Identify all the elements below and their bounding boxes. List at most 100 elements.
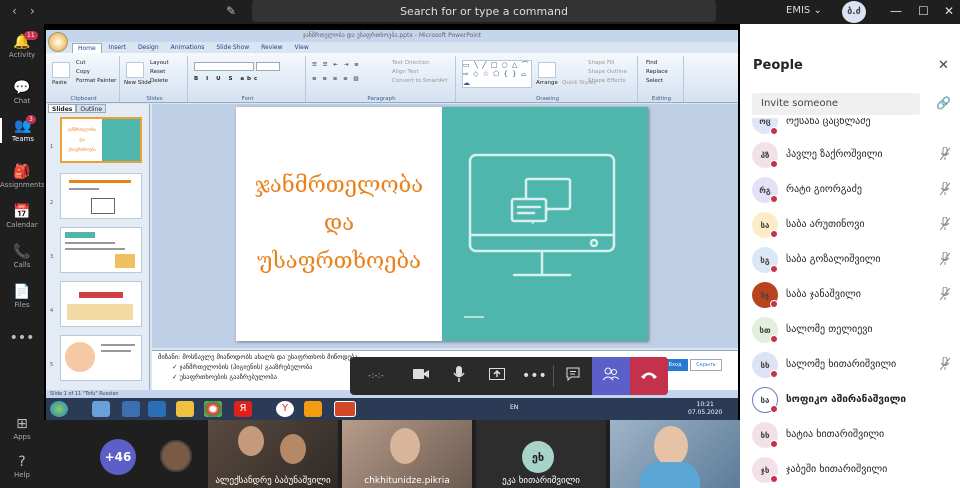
participant-name: პავლე ზაქროშვილი [786, 149, 883, 160]
participants-svg [602, 367, 620, 381]
slide-thumbnail-1: ჯანმრთელობა და უსაფრთხოება [60, 117, 142, 163]
status-dot [770, 300, 778, 308]
rail-item-calls[interactable]: 📞 Calls [0, 244, 44, 269]
avatar[interactable]: ბ.ძ [842, 1, 866, 23]
participant-row[interactable]: სა საბა არუთინოვი [750, 209, 960, 243]
rail-item-chat[interactable]: 💬 Chat [0, 80, 44, 105]
video-name: chkhitunidze.pikria [364, 476, 450, 486]
rail-item-files[interactable]: 📄 Files [0, 284, 44, 309]
layout-label: Layout [150, 60, 169, 66]
participant-row[interactable]: სგ საბა გოზალიშვილი [750, 244, 960, 278]
mic-button[interactable] [440, 357, 478, 395]
mic-icon [453, 366, 465, 386]
thumb-number: 3 [50, 254, 54, 260]
rail-item-help[interactable]: ? Help [0, 454, 44, 479]
maximize-button[interactable]: ☐ [918, 4, 929, 18]
app-rail: 🔔 11 Activity 💬 Chat 👥 3 Teams 🎒 Assignments 📅… [0, 24, 45, 488]
rail-item-apps[interactable]: ⊞ Apps [0, 416, 44, 441]
participant-name: რატი გიორგაძე [786, 184, 862, 195]
assignments-icon: 🎒 [13, 164, 31, 180]
camera-svg [412, 369, 429, 379]
shape-effects-label: Shape Effects [588, 78, 626, 84]
avatar[interactable] [160, 440, 192, 472]
chat-button[interactable] [554, 357, 592, 395]
rail-label: Help [14, 471, 30, 479]
thumb-number: 5 [50, 362, 54, 368]
participant-name: ოქსანა ცაცხლაძე [786, 118, 871, 127]
editing-group: Find Replace Select Editing [640, 56, 684, 102]
reset-label: Reset [150, 69, 166, 75]
close-window-button[interactable]: ✕ [944, 4, 954, 18]
hide-button: Скрыть [690, 359, 722, 371]
camera-button[interactable] [402, 357, 440, 395]
slide-title-area: ჯანმრთელობა და უსაფრთხოება [236, 107, 442, 341]
compose-icon[interactable]: ✎ [226, 4, 236, 18]
powerpoint-icon [334, 401, 356, 417]
slide-thumbnail-2 [60, 173, 142, 219]
ie-icon [148, 401, 166, 417]
participant-row[interactable]: სხ სალომე ხითარიშვილი [750, 349, 960, 383]
folder-icon [176, 401, 194, 417]
windows-taskbar: Я Y EN 10:21 07.05.2020 [46, 398, 738, 420]
participant-row[interactable]: რგ რატი გიორგაძე [750, 174, 960, 208]
drawing-group: ▭ ╲ ╱ □ ○ △ ⌒ ⇨ ◇ ☆ ⬠ { } ⌓ ☁ Arrange Qu… [458, 56, 638, 102]
close-icon[interactable]: ✕ [938, 58, 949, 73]
chat-svg [566, 367, 580, 382]
paragraph-group: ☰ ☰ ⇤ ⇥ ≡ ≡ ≡ ≡ ≡ ▥ Text Direction Align… [308, 56, 456, 102]
rail-item-assignments[interactable]: 🎒 Assignments [0, 164, 45, 189]
participants-button[interactable] [592, 357, 631, 395]
start-icon [50, 401, 68, 417]
status-dot [770, 195, 778, 203]
video-tile-1[interactable]: ალექსანდრე ბაბუნაშვილი [208, 420, 338, 488]
more-actions-button[interactable]: ••• [515, 357, 553, 395]
hangup-svg [641, 372, 658, 379]
note-line-2: ✓ ჯანმრთელობის (ჰიგიენის) გააზრებულობა [172, 363, 313, 371]
participant-face [238, 426, 264, 456]
video-tile-4[interactable] [610, 420, 740, 488]
participant-row[interactable]: ხხ ხატია ხითარიშვილი [750, 419, 960, 453]
participant-row[interactable]: ოც ოქსანა ცაცხლაძე [750, 118, 960, 136]
back-arrow-icon[interactable]: ‹ [12, 4, 17, 18]
minimize-button[interactable]: — [890, 4, 902, 18]
rail-item-more[interactable]: ••• [0, 330, 44, 347]
share-button[interactable] [478, 357, 516, 395]
participant-name: საბა ჯანაშვილი [786, 289, 861, 300]
thumb-number: 4 [50, 308, 54, 314]
participant-row[interactable]: სჯ საბა ჯანაშვილი [750, 279, 960, 313]
group-label: Clipboard [70, 96, 97, 102]
rail-label: Files [14, 301, 30, 309]
clock-date: 07.05.2020 [688, 409, 723, 416]
paste-icon [52, 62, 70, 78]
more-participants-button[interactable]: +46 [100, 439, 136, 475]
rail-item-calendar[interactable]: 📅 Calendar [0, 204, 44, 229]
language-indicator: EN [510, 404, 519, 411]
tenant-switcher[interactable]: EMIS ⌄ [786, 5, 822, 16]
participant-row[interactable]: პზ პავლე ზაქროშვილი [750, 139, 960, 173]
group-label: Slides [146, 96, 163, 102]
note-line-3: ✓ უსაფრთხოების გააზრებულობა [172, 373, 277, 381]
forward-arrow-icon[interactable]: › [30, 4, 35, 18]
teams-icon: 👥 [14, 118, 32, 134]
app-icon [304, 401, 322, 417]
participant-row[interactable]: სთ სალომე თელიევი [750, 314, 960, 348]
video-tile-2[interactable]: chkhitunidze.pikria [342, 420, 472, 488]
mic-muted-icon [939, 286, 951, 304]
teams-badge: 3 [26, 115, 36, 124]
hangup-button[interactable] [630, 357, 668, 395]
video-strip: ალექსანდრე ბაბუნაშვილი chkhitunidze.pikr… [44, 420, 740, 488]
slide-thumbnail-3 [60, 227, 142, 273]
rail-label: Calls [13, 261, 31, 269]
participant-row[interactable]: ჯხ ჯაბეში ხითარიშვილი [750, 454, 960, 488]
current-slide: ჯანმრთელობა და უსაფრთხოება [236, 107, 648, 341]
link-icon[interactable]: 🔗 [936, 96, 951, 110]
rail-item-activity[interactable]: 🔔 11 Activity [0, 31, 44, 59]
thumb-line [101, 350, 131, 352]
status-dot [770, 475, 778, 483]
search-input[interactable]: Search for or type a command [252, 0, 716, 22]
rail-item-teams[interactable]: 👥 3 Teams [0, 115, 44, 143]
participant-row[interactable]: სა სოფიკო აშირანაშვილი [750, 384, 960, 418]
video-name: ალექსანდრე ბაბუნაშვილი [215, 476, 331, 486]
invite-input[interactable]: Invite someone [752, 93, 920, 115]
rail-label: Calendar [6, 221, 38, 229]
thumb-teal-bar [65, 232, 95, 238]
